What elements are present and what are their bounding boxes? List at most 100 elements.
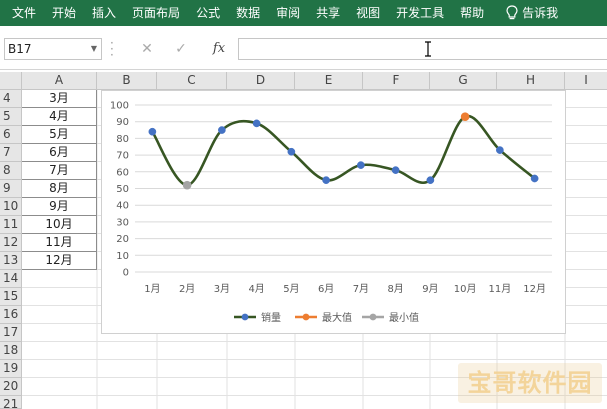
- name-box-value: B17: [8, 42, 32, 56]
- cell-a7[interactable]: 6月: [22, 144, 97, 162]
- data-point-marker: [391, 166, 400, 174]
- cell-a10[interactable]: 9月: [22, 198, 97, 216]
- row-header-15[interactable]: 15: [0, 288, 22, 306]
- x-tick-label: 6月: [318, 283, 334, 295]
- column-header-h[interactable]: H: [497, 72, 565, 90]
- x-tick-label: 5月: [283, 283, 299, 295]
- column-header-b[interactable]: B: [97, 72, 157, 90]
- y-tick-label: 80: [116, 134, 129, 145]
- column-header-a[interactable]: A: [22, 72, 97, 90]
- insert-function-button[interactable]: fx: [207, 38, 231, 60]
- drag-handle-icon[interactable]: · · ·: [110, 37, 114, 61]
- chart-plot: 0 10 20 30 40 50 60 70 80 90 100 1月 2月 3月 4月 5月 6月 7月 8月 9月…: [110, 101, 552, 324]
- data-point-marker: [496, 146, 504, 154]
- cell-a6[interactable]: 5月: [22, 126, 97, 144]
- cancel-button[interactable]: ✕: [134, 38, 160, 60]
- enter-button[interactable]: ✓: [168, 38, 194, 60]
- legend-marker: [302, 313, 310, 321]
- tab-review[interactable]: 审阅: [268, 0, 308, 26]
- column-header-f[interactable]: F: [363, 72, 430, 90]
- y-tick-label: 10: [116, 251, 129, 262]
- select-all-corner[interactable]: [0, 72, 22, 90]
- y-tick-label: 0: [123, 268, 129, 279]
- y-tick-label: 100: [110, 101, 129, 112]
- check-icon: ✓: [175, 41, 187, 57]
- row-header-9[interactable]: 9: [0, 180, 22, 198]
- x-tick-label: 10月: [454, 283, 477, 295]
- tab-formulas[interactable]: 公式: [188, 0, 228, 26]
- column-header-i[interactable]: I: [565, 72, 607, 90]
- watermark-text: 宝哥软件园: [467, 369, 593, 397]
- x-tick-label: 12月: [523, 283, 546, 295]
- cell-a12[interactable]: 11月: [22, 234, 97, 252]
- watermark: 宝哥软件园: [457, 362, 603, 404]
- column-header-e[interactable]: E: [295, 72, 363, 90]
- row-header-14[interactable]: 14: [0, 270, 22, 288]
- fx-icon: fx: [212, 41, 226, 56]
- lightbulb-icon: [506, 5, 518, 20]
- row-header-10[interactable]: 10: [0, 198, 22, 216]
- cell-a4[interactable]: 3月: [22, 90, 97, 108]
- x-tick-label: 1月: [144, 283, 160, 295]
- row-header-16[interactable]: 16: [0, 306, 22, 324]
- formula-bar: B17 ▼ · · · ✕ ✓ fx: [0, 26, 607, 70]
- y-tick-label: 90: [116, 117, 129, 128]
- formula-input[interactable]: [238, 38, 607, 60]
- row-header-6[interactable]: 6: [0, 126, 22, 144]
- row-header-8[interactable]: 8: [0, 162, 22, 180]
- legend-label: 最小值: [389, 311, 419, 324]
- tab-help[interactable]: 帮助: [452, 0, 492, 26]
- tab-page-layout[interactable]: 页面布局: [124, 0, 188, 26]
- name-box[interactable]: B17 ▼: [4, 38, 102, 60]
- legend-label: 最大值: [322, 311, 352, 324]
- y-tick-label: 60: [116, 167, 129, 178]
- row-header-7[interactable]: 7: [0, 144, 22, 162]
- row-header-17[interactable]: 17: [0, 324, 22, 342]
- x-tick-label: 4月: [248, 283, 264, 295]
- data-point-marker: [287, 147, 296, 156]
- x-tick-label: 8月: [387, 283, 403, 295]
- row-header-5[interactable]: 5: [0, 108, 22, 126]
- x-tick-label: 11月: [489, 283, 512, 295]
- row-header-18[interactable]: 18: [0, 342, 22, 360]
- row-header-19[interactable]: 19: [0, 360, 22, 378]
- tab-share[interactable]: 共享: [308, 0, 348, 26]
- tab-data[interactable]: 数据: [228, 0, 268, 26]
- ribbon-tabs: 文件 开始 插入 页面布局 公式 数据 审阅 共享 视图 开发工具 帮助 告诉我: [0, 0, 607, 26]
- data-point-marker: [218, 126, 226, 134]
- close-icon: ✕: [141, 41, 153, 57]
- cell-a5[interactable]: 4月: [22, 108, 97, 126]
- line-chart[interactable]: 0 10 20 30 40 50 60 70 80 90 100 1月 2月 3月 4月 5月 6月 7月 8月 9月…: [101, 90, 566, 334]
- row-header-21[interactable]: 21: [0, 396, 22, 409]
- row-header-12[interactable]: 12: [0, 234, 22, 252]
- y-tick-label: 50: [116, 184, 129, 195]
- data-point-marker: [148, 127, 157, 136]
- legend-marker: [369, 313, 377, 321]
- legend-label: 销量: [261, 311, 281, 324]
- column-header-d[interactable]: D: [227, 72, 295, 90]
- row-header-20[interactable]: 20: [0, 378, 22, 396]
- cell-a11[interactable]: 10月: [22, 216, 97, 234]
- tab-view[interactable]: 视图: [348, 0, 388, 26]
- cell-a8[interactable]: 7月: [22, 162, 97, 180]
- data-point-marker: [426, 176, 435, 185]
- row-header-11[interactable]: 11: [0, 216, 22, 234]
- row-header-13[interactable]: 13: [0, 252, 22, 270]
- x-tick-label: 2月: [179, 283, 195, 295]
- y-tick-label: 20: [116, 234, 129, 245]
- column-header-g[interactable]: G: [430, 72, 497, 90]
- tab-file[interactable]: 文件: [0, 0, 44, 26]
- series-line-sales: [151, 114, 536, 187]
- max-point-marker: [460, 112, 470, 121]
- tab-home[interactable]: 开始: [44, 0, 84, 26]
- cell-a13[interactable]: 12月: [22, 252, 97, 270]
- tab-developer[interactable]: 开发工具: [388, 0, 452, 26]
- chevron-down-icon[interactable]: ▼: [91, 39, 97, 59]
- cell-a9[interactable]: 8月: [22, 180, 97, 198]
- column-header-c[interactable]: C: [157, 72, 227, 90]
- tab-insert[interactable]: 插入: [84, 0, 124, 26]
- tell-me-button[interactable]: 告诉我: [498, 0, 566, 26]
- tell-me-label: 告诉我: [522, 6, 559, 20]
- row-header-4[interactable]: 4: [0, 90, 22, 108]
- data-point-marker: [252, 119, 261, 128]
